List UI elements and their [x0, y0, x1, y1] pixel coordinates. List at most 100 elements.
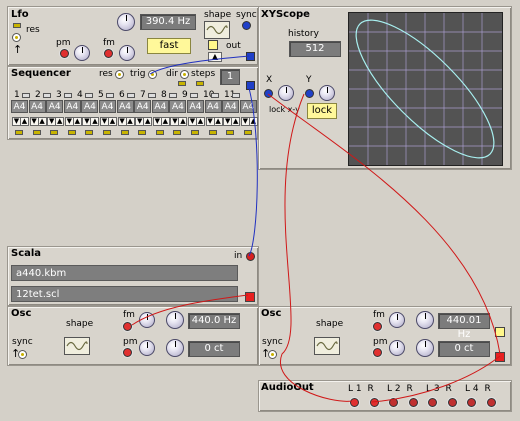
osc2-cents-display[interactable]: 0 ct [438, 341, 490, 357]
seq-step-up-button[interactable]: ▲ [55, 117, 65, 126]
osc2-pm-jack[interactable] [373, 348, 382, 357]
osc1-pm-knob[interactable] [139, 340, 155, 356]
seq-step-up-button[interactable]: ▲ [231, 117, 241, 126]
lfo-mode-toggle[interactable] [208, 40, 218, 50]
seq-step-up-button[interactable]: ▲ [90, 117, 100, 126]
scope-x-jack[interactable] [264, 89, 273, 98]
seq-note-cell[interactable]: A4 [187, 100, 204, 113]
osc2-cents-knob[interactable] [416, 339, 434, 357]
osc2-fm-knob[interactable] [389, 312, 405, 328]
scope-history-display[interactable]: 512 [289, 41, 341, 57]
seq-step-led [64, 93, 72, 98]
seq-steps-display[interactable]: 1 [220, 69, 240, 85]
osc1-sync-toggle[interactable] [18, 350, 27, 359]
scala-in-jack[interactable] [246, 252, 255, 261]
osc1-fm-jack[interactable] [123, 322, 132, 331]
osc1-cents-knob[interactable] [166, 339, 184, 357]
osc2-sync-toggle[interactable] [268, 350, 277, 359]
seq-step-up-button[interactable]: ▲ [125, 117, 135, 126]
lfo-res-toggle[interactable] [12, 33, 21, 42]
seq-note-cell[interactable]: A4 [169, 100, 187, 113]
seq-step-number: 9 [182, 90, 188, 100]
seq-note-cell[interactable]: A4 [222, 100, 240, 113]
seq-step-led [43, 93, 51, 98]
osc2-freq-knob[interactable] [416, 311, 434, 329]
osc2-shape-selector[interactable] [314, 337, 340, 355]
lfo-shape-selector[interactable] [204, 21, 230, 39]
seq-step-up-button[interactable]: ▲ [248, 117, 258, 126]
lfo-fm-knob[interactable] [119, 45, 135, 61]
lfo-mode-button[interactable]: fast [147, 38, 191, 54]
seq-note-cell[interactable]: A4 [116, 100, 134, 113]
seq-step-number: 6 [119, 90, 125, 100]
audioout-channel-jack[interactable] [350, 398, 359, 407]
scala-scl-field[interactable]: 12tet.scl [11, 286, 238, 302]
lfo-sync-jack[interactable] [242, 21, 251, 30]
lfo-wave-up-button[interactable]: ▲ [208, 52, 222, 62]
seq-note-cell[interactable]: A4 [151, 100, 169, 113]
seq-step-up-button[interactable]: ▲ [196, 117, 205, 126]
seq-note-cell[interactable]: A4 [81, 100, 99, 113]
seq-step-led [85, 93, 93, 98]
seq-step-up-button[interactable]: ▲ [213, 117, 223, 126]
osc1-freq-display[interactable]: 440.0 Hz [188, 313, 240, 329]
seq-res-toggle[interactable] [115, 70, 124, 79]
lfo-fm-jack[interactable] [104, 49, 113, 58]
osc2-shape-label: shape [316, 319, 344, 329]
seq-step-up-button[interactable]: ▲ [160, 117, 170, 126]
osc2-out-jack[interactable] [495, 352, 505, 362]
lfo-out-jack[interactable] [246, 52, 255, 61]
seq-step-gate-led [138, 130, 147, 135]
osc2-freq-toggle[interactable] [495, 327, 505, 337]
seq-note-cell[interactable]: A4 [134, 100, 152, 113]
seq-out-jack[interactable] [246, 81, 255, 90]
lfo-pm-knob[interactable] [74, 45, 90, 61]
audioout-channel-jack[interactable] [389, 398, 398, 407]
osc2-fm-jack[interactable] [373, 322, 382, 331]
sequencer-title: Sequencer [11, 68, 71, 79]
lfo-freq-display[interactable]: 390.4 Hz [140, 14, 196, 30]
lfo-res-label: res [26, 25, 40, 35]
audioout-channel-jack[interactable] [486, 398, 496, 407]
seq-note-cell[interactable]: A4 [239, 100, 257, 113]
seq-step-up-button[interactable]: ▲ [72, 117, 82, 126]
seq-step-up-button[interactable]: ▲ [37, 117, 47, 126]
seq-step-up-button[interactable]: ▲ [20, 117, 29, 126]
audioout-channel-jack[interactable] [447, 398, 457, 407]
osc1-pm-label: pm [123, 337, 138, 347]
audioout-channel-label: L 2 [387, 384, 401, 394]
seq-note-cell[interactable]: A4 [63, 100, 81, 113]
seq-step-up-button[interactable]: ▲ [178, 117, 188, 126]
scope-y-knob[interactable] [319, 85, 335, 101]
seq-trig-toggle[interactable] [148, 70, 157, 79]
audioout-channel-jack[interactable] [408, 398, 418, 407]
scope-y-jack[interactable] [305, 89, 314, 98]
audioout-channel-jack[interactable] [428, 398, 437, 407]
seq-note-cell[interactable]: A4 [204, 100, 222, 113]
seq-note-cell[interactable]: A4 [99, 100, 116, 113]
seq-step-up-button[interactable]: ▲ [143, 117, 153, 126]
osc1-freq-knob[interactable] [166, 311, 184, 329]
osc1-cents-display[interactable]: 0 ct [188, 341, 240, 357]
seq-note-cell[interactable]: A4 [11, 100, 28, 113]
osc2-pm-knob[interactable] [389, 340, 405, 356]
xyscope-title: XYScope [261, 9, 310, 20]
seq-note-cell[interactable]: A4 [28, 100, 46, 113]
audioout-channel-jack[interactable] [369, 398, 379, 407]
osc1-module: Osc shape sync ↑ fm 440.0 Hz pm 0 ct [7, 306, 259, 366]
audioout-channel-jack[interactable] [467, 398, 476, 407]
seq-dir-toggle[interactable] [180, 70, 189, 79]
scope-x-knob[interactable] [278, 85, 294, 101]
lfo-shape-label: shape [204, 10, 232, 20]
osc1-fm-knob[interactable] [139, 312, 155, 328]
osc1-shape-selector[interactable] [64, 337, 90, 355]
scala-out-jack[interactable] [245, 292, 255, 302]
lfo-freq-knob[interactable] [117, 13, 135, 31]
scope-lock-button[interactable]: lock [307, 103, 337, 119]
seq-step-up-button[interactable]: ▲ [108, 117, 117, 126]
lfo-pm-jack[interactable] [60, 49, 69, 58]
osc1-pm-jack[interactable] [123, 348, 132, 357]
osc2-freq-display[interactable]: 440.01 Hz [438, 313, 490, 340]
seq-note-cell[interactable]: A4 [46, 100, 64, 113]
scala-kbm-field[interactable]: a440.kbm [11, 265, 238, 281]
